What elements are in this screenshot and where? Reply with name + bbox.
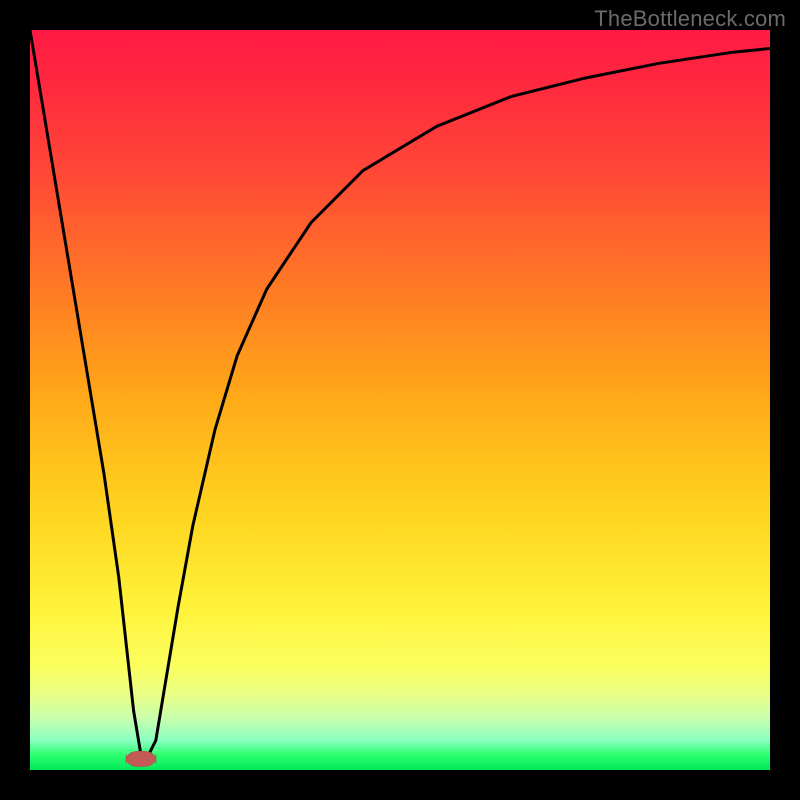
chart-frame: TheBottleneck.com: [0, 0, 800, 800]
curve-layer: [30, 30, 770, 770]
watermark-text: TheBottleneck.com: [594, 6, 786, 32]
plot-area: [30, 30, 770, 770]
optimal-marker: [126, 752, 156, 767]
mismatch-curve: [30, 30, 770, 755]
